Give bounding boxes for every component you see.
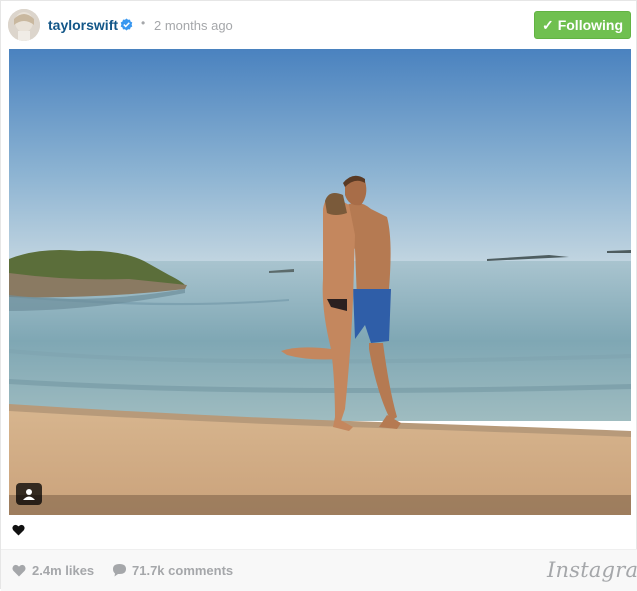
avatar-image	[8, 9, 40, 41]
username-link[interactable]: taylorswift	[48, 17, 118, 33]
following-label: Following	[557, 17, 624, 33]
instagram-embed-card: taylorswift • 2 months ago ✓ Following 2…	[0, 0, 637, 591]
avatar[interactable]	[8, 9, 40, 41]
post-header: taylorswift • 2 months ago ✓ Following	[1, 1, 637, 49]
separator-dot: •	[141, 16, 146, 30]
check-icon: ✓	[541, 16, 554, 33]
instagram-logo[interactable]: Instagram	[547, 558, 637, 582]
timestamp-link[interactable]: 2 months ago	[154, 18, 233, 33]
user-tag-button[interactable]	[16, 483, 42, 505]
heart-icon[interactable]	[12, 524, 25, 536]
user-tag-icon	[23, 489, 35, 500]
post-photo[interactable]	[9, 49, 631, 515]
comment-bubble-icon	[113, 564, 126, 577]
likes-heart-icon	[12, 564, 26, 577]
verified-badge-icon	[120, 18, 133, 31]
following-button[interactable]: ✓ Following	[534, 11, 631, 39]
beach-photo-image	[9, 49, 631, 515]
post-footer: 2.4m likes 71.7k comments Instagram	[1, 549, 637, 591]
likes-count[interactable]: 2.4m likes	[32, 563, 94, 578]
comments-count[interactable]: 71.7k comments	[132, 563, 233, 578]
